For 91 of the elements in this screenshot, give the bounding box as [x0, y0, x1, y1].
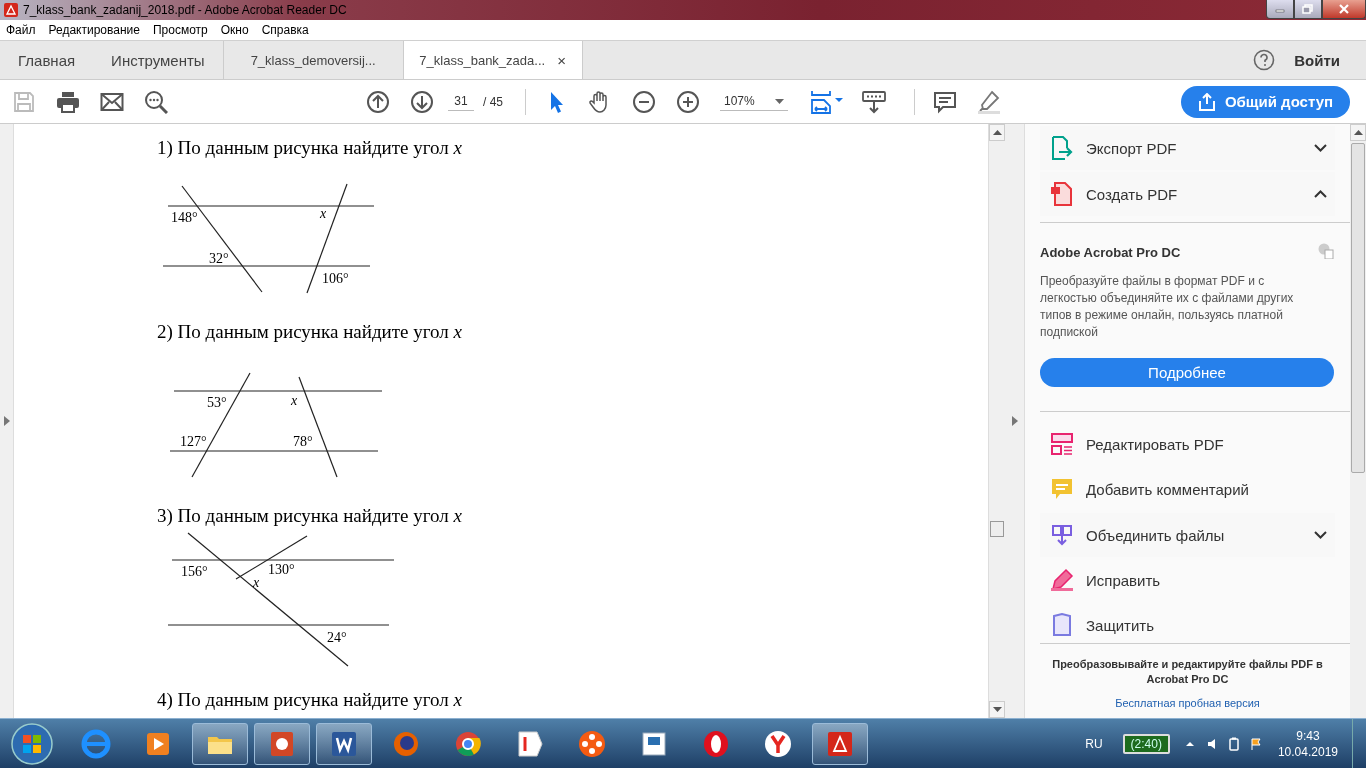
zoom-dropdown[interactable]: 107%: [720, 92, 788, 111]
battery-timer: (2:40): [1122, 733, 1170, 754]
tab-close-button[interactable]: ×: [557, 51, 566, 69]
comment-icon[interactable]: [933, 89, 957, 114]
y-browser-icon: [763, 728, 793, 759]
close-icon: [1338, 4, 1350, 14]
problem-heading: 1) По данным рисунка найдите угол x: [157, 136, 463, 160]
tool-item[interactable]: Исправить: [1040, 558, 1335, 602]
tool-item[interactable]: Защитить: [1040, 603, 1335, 643]
learn-more-button[interactable]: Подробнее: [1040, 358, 1334, 387]
angle-label: 78°: [293, 434, 313, 449]
document-tab[interactable]: 7_klass_bank_zada... ×: [402, 41, 583, 79]
expand-arrow-icon[interactable]: [1011, 416, 1018, 426]
scroll-down-icon[interactable]: [992, 707, 1002, 712]
zoom-in-icon[interactable]: [676, 89, 700, 114]
battery-icon[interactable]: [1227, 736, 1240, 751]
fit-page-icon[interactable]: [810, 89, 844, 114]
problem-heading: 3) По данным рисунка найдите угол x: [157, 504, 463, 528]
share-icon: [1197, 92, 1216, 111]
angle-label: 127°: [180, 434, 207, 449]
scroll-thumb[interactable]: [1351, 143, 1365, 473]
clock-date: 10.04.2019: [1277, 743, 1338, 760]
menu-item[interactable]: Файл: [6, 23, 36, 37]
scroll-mode-icon[interactable]: [862, 89, 886, 114]
angle-label: 32°: [209, 251, 229, 266]
help-icon[interactable]: [1253, 49, 1276, 71]
angle-label: 130°: [268, 562, 295, 577]
menu-item[interactable]: Просмотр: [152, 23, 208, 37]
menu-item[interactable]: Справка: [261, 23, 309, 37]
tool-item[interactable]: Редактировать PDF: [1040, 422, 1335, 466]
create-pdf-icon: [1050, 182, 1074, 206]
upgrade-text: Преобразовывайте и редактируйте файлы PDF в Acrobat Pro DC: [1051, 657, 1324, 687]
angle-label: 106°: [322, 271, 349, 286]
clock-time: 9:43: [1296, 727, 1320, 744]
print-icon[interactable]: [56, 89, 80, 114]
nav-tab[interactable]: Главная: [0, 41, 94, 79]
scrollbar[interactable]: [1350, 124, 1366, 718]
taskbar-button[interactable]: [254, 722, 310, 765]
variable-label: x: [320, 206, 327, 221]
close-button[interactable]: [1322, 0, 1366, 19]
variable-label: x: [291, 393, 298, 408]
globe-document-icon: [1318, 243, 1334, 259]
scroll-thumb[interactable]: [990, 521, 1004, 537]
start-button[interactable]: [10, 721, 54, 766]
promo-text: Преобразуйте файлы в формат PDF и с легкостью объединяйте их с файлами других типов в режиме онлайн, пользуясь платной подпиской: [1040, 273, 1295, 341]
flag-icon[interactable]: [1249, 736, 1262, 751]
taskbar-button[interactable]: [812, 722, 868, 765]
search-icon[interactable]: [144, 89, 168, 114]
taskbar-button[interactable]: [316, 722, 372, 765]
window-title: 7_klass_bank_zadanij_2018.pdf - Adobe Acrobat Reader DC: [23, 3, 347, 17]
film-reel-icon: [577, 728, 607, 759]
export-icon: [1050, 136, 1074, 160]
restore-icon: [1302, 4, 1314, 14]
angle-label: 24°: [327, 630, 347, 645]
pen-icon: [1050, 568, 1074, 592]
variable-label: x: [253, 575, 260, 590]
browser-icon: [81, 728, 111, 759]
caret-icon: [775, 98, 784, 104]
opera-icon: [701, 728, 731, 759]
menu-item[interactable]: Редактирование: [48, 23, 140, 37]
language-indicator[interactable]: RU: [1085, 736, 1103, 751]
angle-label: 53°: [207, 395, 227, 410]
pdf-icon: [4, 3, 18, 17]
page-count: / 45: [483, 94, 503, 109]
menu-item[interactable]: Окно: [220, 23, 249, 37]
scroll-up-icon[interactable]: [992, 130, 1002, 135]
comment-icon: [1050, 477, 1074, 501]
free-trial-link[interactable]: Бесплатная пробная версия: [1115, 697, 1260, 709]
page-down-icon[interactable]: [410, 89, 434, 114]
angle-label: 148°: [171, 210, 198, 225]
highlighter-icon[interactable]: [977, 89, 1001, 114]
speaker-icon[interactable]: [1205, 736, 1218, 751]
problem-heading: 4) По данным рисунка найдите угол x: [157, 688, 463, 712]
sign-in-link[interactable]: Войти: [1294, 51, 1340, 69]
restore-button[interactable]: [1294, 0, 1322, 19]
problem-heading: 2) По данным рисунка найдите угол x: [157, 320, 463, 344]
expand-arrow-icon[interactable]: [3, 416, 10, 426]
edit-pdf-icon: [1050, 432, 1074, 456]
tool-item[interactable]: Добавить комментарий: [1040, 467, 1335, 511]
page-up-icon[interactable]: [366, 89, 390, 114]
scrollbar[interactable]: [988, 124, 1005, 718]
zoom-out-icon[interactable]: [632, 89, 656, 114]
share-button[interactable]: Общий доступ: [1181, 85, 1350, 118]
scroll-up-icon[interactable]: [1353, 130, 1363, 135]
nav-tab[interactable]: Инструменты: [93, 41, 223, 79]
angle-label: 156°: [181, 564, 208, 579]
promo-title: Adobe Acrobat Pro DC: [1040, 245, 1182, 260]
shield-icon: [1050, 613, 1074, 637]
combine-files-icon: [1050, 523, 1074, 547]
minimize-button[interactable]: [1266, 0, 1294, 19]
taskbar-button[interactable]: [192, 722, 248, 765]
